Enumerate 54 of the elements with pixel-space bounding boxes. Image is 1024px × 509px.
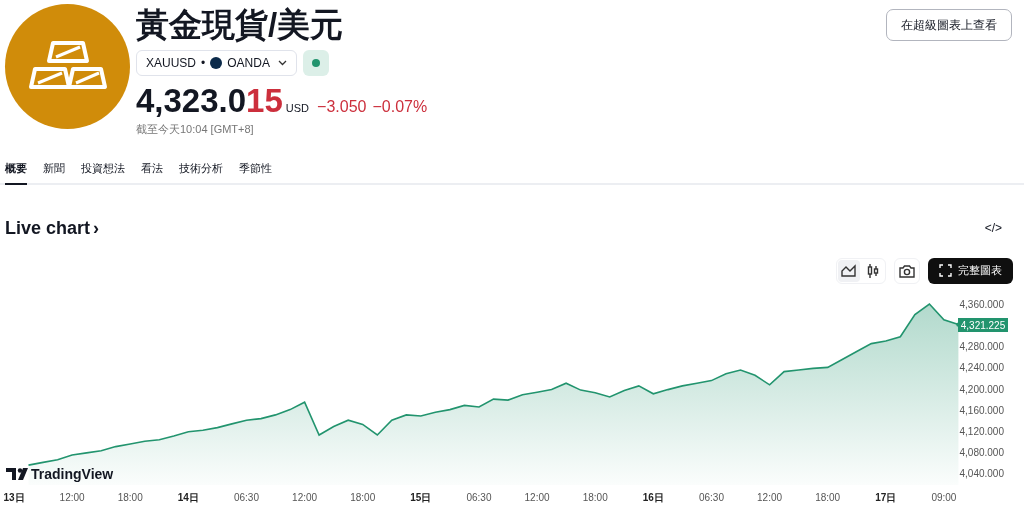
x-axis-label: 17日 [875, 492, 897, 503]
symbol-title: 黃金現貨/美元 [136, 5, 345, 45]
tab[interactable]: 投資想法 [81, 160, 125, 185]
x-axis-label: 18:00 [350, 492, 376, 503]
x-axis-label: 18:00 [815, 492, 841, 503]
x-axis-label: 12:00 [59, 492, 85, 503]
camera-icon [899, 263, 915, 278]
y-axis-label: 4,160.000 [959, 404, 1004, 416]
tab[interactable]: 看法 [141, 160, 163, 185]
candlestick-icon [866, 262, 880, 279]
y-axis-label: 4,240.000 [959, 362, 1004, 374]
x-axis-label: 09:00 [931, 492, 957, 503]
market-status-badge[interactable] [302, 50, 329, 76]
chevron-down-icon [277, 60, 287, 66]
fullscreen-icon [939, 264, 952, 277]
x-axis-label: 06:30 [233, 492, 259, 503]
price-change: −3.050 [317, 97, 367, 117]
x-axis-label: 13日 [3, 492, 25, 503]
x-axis-label: 18:00 [582, 492, 608, 503]
x-axis-label: 12:00 [524, 492, 550, 503]
x-axis-label: 14日 [177, 492, 199, 503]
tradingview-watermark: TradingView [31, 466, 114, 482]
tab[interactable]: 季節性 [239, 160, 272, 185]
x-axis-label: 06:30 [698, 492, 724, 503]
x-axis-label: 12:00 [292, 492, 318, 503]
embed-code-button[interactable]: </> [984, 219, 1002, 237]
area-chart-icon [841, 263, 857, 278]
y-axis-label: 4,360.000 [959, 299, 1004, 310]
price-value: 4,323.015 [136, 82, 283, 120]
section-title-link[interactable]: Live chart › [5, 214, 100, 242]
x-axis-label: 16日 [642, 492, 664, 503]
timestamp: 截至今天10:04 [GMT+8] [136, 122, 255, 137]
y-axis-label: 4,120.000 [959, 425, 1004, 437]
currency-label: USD [285, 101, 310, 116]
snapshot-button[interactable] [894, 257, 920, 284]
last-price-label: 4,321.225 [958, 318, 1008, 332]
x-axis-label: 18:00 [117, 492, 143, 503]
y-axis-label: 4,080.000 [959, 446, 1004, 458]
y-axis-label: 4,280.000 [959, 341, 1004, 353]
x-axis-label: 12:00 [757, 492, 783, 503]
x-axis-label: 15日 [410, 492, 432, 503]
fullscreen-button[interactable]: 完整圖表 [928, 257, 1013, 284]
chart-type-button[interactable] [838, 259, 860, 282]
tradingview-logo-icon [6, 467, 29, 481]
symbol-selector[interactable]: XAUUSD • OANDA [136, 50, 297, 76]
y-axis-label: 4,200.000 [959, 383, 1004, 395]
x-axis-label: 06:30 [466, 492, 492, 503]
tab[interactable]: 新聞 [43, 160, 65, 185]
y-axis-label: 4,040.000 [959, 468, 1004, 479]
tab[interactable]: 技術分析 [179, 160, 223, 185]
supercharts-button[interactable]: 在超級圖表上查看 [886, 9, 1012, 41]
exchange-logo-icon [210, 57, 223, 69]
price-change-percent: −0.07% [372, 97, 428, 117]
tab[interactable]: 概要 [5, 160, 27, 185]
